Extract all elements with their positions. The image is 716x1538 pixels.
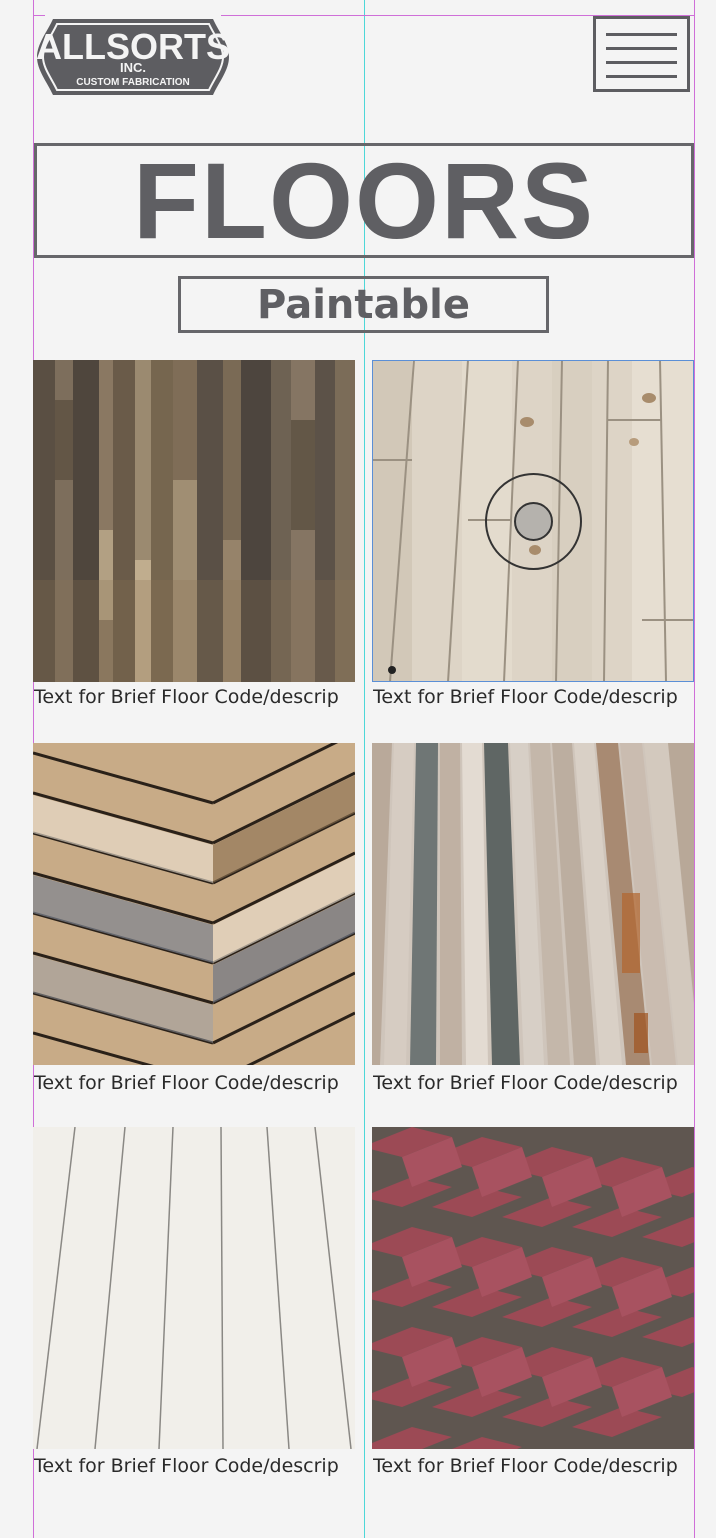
floor-tile-dark-planks[interactable] — [33, 360, 355, 682]
logo-tagline: CUSTOM FABRICATION — [76, 77, 190, 88]
floor-tile-red-brick[interactable] — [372, 1127, 694, 1449]
floor-tile-painted-strips[interactable] — [372, 743, 694, 1065]
floor-caption: Text for Brief Floor Code/descrip — [34, 1455, 339, 1477]
menu-button[interactable] — [593, 16, 690, 92]
category-label-box[interactable]: Paintable — [178, 276, 549, 333]
layout-guide-right — [694, 0, 695, 1538]
allsorts-logo[interactable]: ALLSORTS INC. CUSTOM FABRICATION — [35, 14, 231, 100]
floor-caption: Text for Brief Floor Code/descrip — [373, 1072, 678, 1094]
floor-caption: Text for Brief Floor Code/descrip — [373, 686, 678, 708]
floor-caption: Text for Brief Floor Code/descrip — [34, 686, 339, 708]
tap-target-indicator — [485, 473, 582, 570]
page-title-box: FLOORS — [34, 143, 694, 258]
category-label: Paintable — [256, 281, 470, 328]
floor-caption: Text for Brief Floor Code/descrip — [34, 1072, 339, 1094]
tap-target-dot — [514, 502, 553, 541]
floor-tile-herringbone-wood[interactable] — [33, 743, 355, 1065]
floor-tile-white-planks[interactable] — [33, 1127, 355, 1449]
page-title: FLOORS — [133, 139, 595, 261]
floor-caption: Text for Brief Floor Code/descrip — [373, 1455, 678, 1477]
logo-suffix: INC. — [120, 60, 146, 75]
